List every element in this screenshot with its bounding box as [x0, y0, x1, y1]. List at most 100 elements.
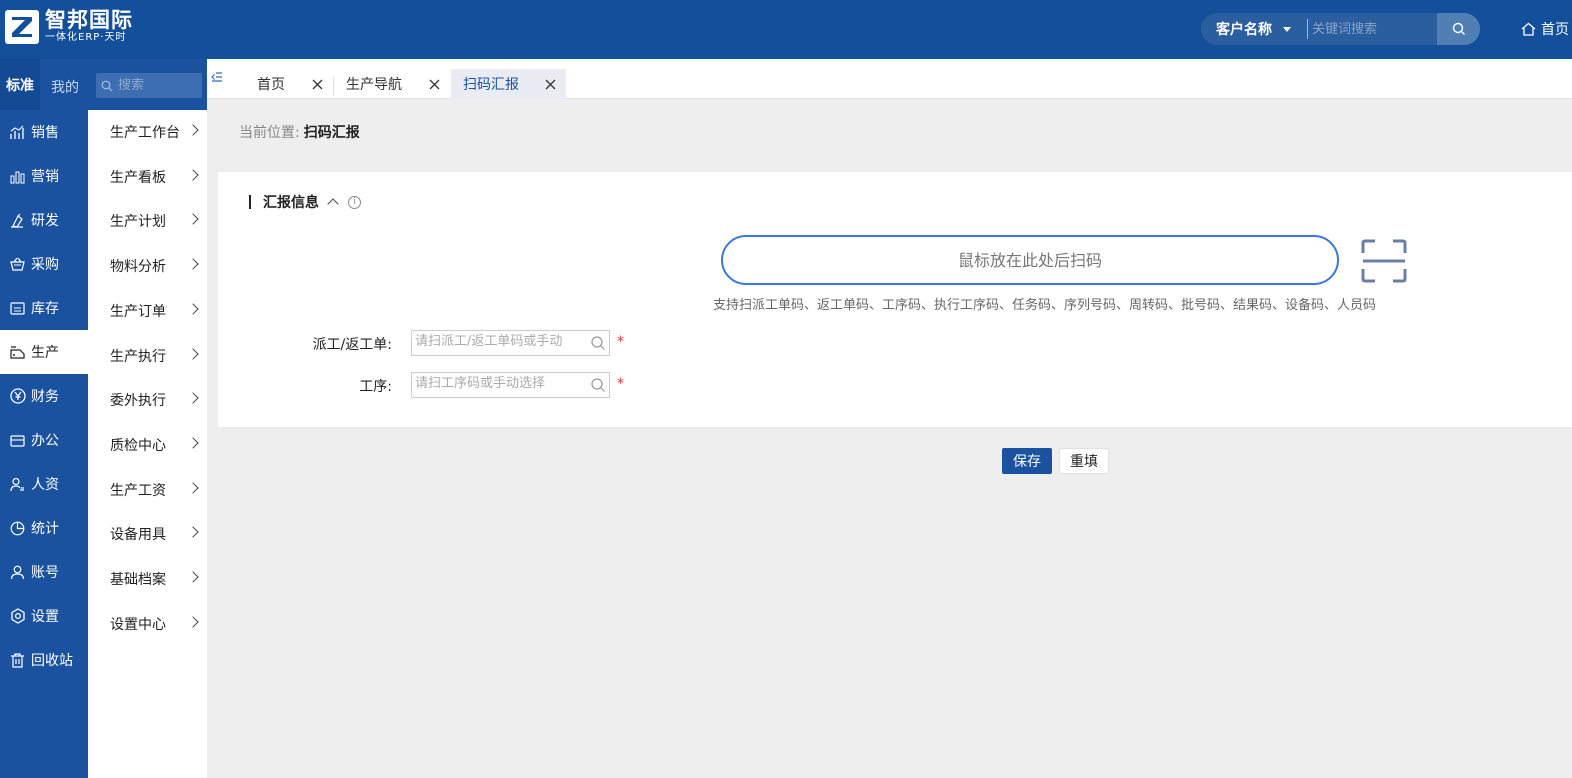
tab-1[interactable]: 生产导航: [334, 69, 450, 99]
sidebar-item-label: 人资: [31, 477, 59, 493]
search-icon[interactable]: [590, 377, 606, 393]
sidebar-tabs: 标准 我的: [0, 59, 88, 110]
report-panel: 汇报信息 i 支持扫派工单码、返工单码、工序码、执行工序码、任务码、序列号码、周…: [218, 172, 1572, 427]
logo[interactable]: 智邦国际 一体化ERP·天时: [5, 9, 133, 44]
sidebar-item-11[interactable]: 设置: [0, 594, 88, 638]
submenu-item[interactable]: 生产工资: [88, 468, 207, 512]
sidebar-item-2[interactable]: 研发: [0, 198, 88, 242]
sidebar-item-4[interactable]: 库存: [0, 286, 88, 330]
submenu-item-label: 生产工作台: [110, 125, 180, 141]
home-icon: [1521, 22, 1536, 36]
section-header: 汇报信息 i: [249, 192, 361, 212]
dispatch-field[interactable]: [411, 330, 610, 356]
tab-standard[interactable]: 标准: [0, 59, 40, 110]
search-button[interactable]: [1437, 13, 1480, 45]
submenu-item[interactable]: 生产看板: [88, 155, 207, 199]
submenu-item-label: 生产看板: [110, 169, 166, 186]
menu-search-area: [88, 59, 207, 110]
info-icon[interactable]: i: [348, 195, 361, 209]
close-icon[interactable]: [312, 78, 323, 90]
submenu-item-label: 生产计划: [110, 214, 166, 231]
search-icon[interactable]: [590, 335, 606, 351]
submenu-item[interactable]: 生产执行: [88, 334, 207, 378]
tab-0[interactable]: 首页: [245, 69, 333, 99]
submenu-item-label: 委外执行: [110, 393, 166, 410]
submenu-item-label: 生产执行: [110, 348, 166, 365]
pie-chart-icon: [9, 520, 26, 537]
search-input[interactable]: [1312, 13, 1437, 45]
search-category-label: 客户名称: [1216, 22, 1272, 38]
process-input[interactable]: [415, 376, 587, 391]
chart-line-icon: [9, 124, 26, 141]
submenu-item-label: 生产工资: [110, 482, 166, 499]
chevron-up-icon[interactable]: [327, 198, 339, 210]
close-icon[interactable]: [545, 78, 556, 90]
submenu-item[interactable]: 生产计划: [88, 199, 207, 243]
submenu-item-label: 物料分析: [110, 259, 166, 276]
sidebar-item-12[interactable]: 回收站: [0, 638, 88, 682]
sidebar-item-label: 财务: [31, 389, 59, 405]
scan-frame-icon[interactable]: [1361, 239, 1407, 287]
global-search: 客户名称: [1201, 13, 1480, 45]
chevron-right-icon: [187, 169, 199, 181]
collapse-menu-icon[interactable]: [211, 71, 223, 87]
submenu-item[interactable]: 基础档案: [88, 557, 207, 601]
chevron-right-icon: [187, 213, 199, 226]
warehouse-icon: [9, 300, 26, 317]
menu-search-input[interactable]: [118, 78, 198, 93]
yen-icon: [9, 388, 26, 405]
sidebar-item-label: 库存: [31, 301, 59, 317]
save-button[interactable]: 保存: [1002, 448, 1052, 474]
scan-input[interactable]: [750, 250, 1310, 270]
breadcrumb-current: 扫码汇报: [303, 125, 360, 141]
dispatch-input[interactable]: [415, 334, 587, 349]
submenu-item[interactable]: 生产订单: [88, 289, 207, 333]
scan-input-box[interactable]: [721, 235, 1339, 285]
submenu-item[interactable]: 设备用具: [88, 512, 207, 556]
logo-title: 智邦国际: [45, 8, 133, 32]
submenu-item-label: 基础档案: [110, 572, 166, 588]
sidebar-item-10[interactable]: 账号: [0, 550, 88, 594]
tab-label: 生产导航: [346, 77, 402, 93]
sidebar-item-3[interactable]: 采购: [0, 242, 88, 286]
search-icon: [101, 80, 113, 91]
tab-mine[interactable]: 我的: [51, 77, 79, 97]
search-divider: [1307, 19, 1308, 39]
menu-search-box: [96, 73, 202, 98]
sidebar-item-9[interactable]: 统计: [0, 506, 88, 550]
tab-2[interactable]: 扫码汇报: [451, 69, 566, 99]
chevron-right-icon: [187, 347, 199, 360]
sidebar-item-label: 回收站: [31, 653, 73, 669]
sidebar-item-label: 账号: [31, 565, 59, 581]
submenu-item[interactable]: 设置中心: [88, 602, 207, 646]
close-icon[interactable]: [429, 78, 440, 90]
search-category-select[interactable]: 客户名称: [1201, 13, 1307, 45]
submenu-item-label: 生产订单: [110, 303, 166, 320]
main-sidebar: 标准 我的 销售 营销研发采购库存生产财务办公人资统计账号设置回收站: [0, 59, 88, 778]
logo-subtitle: 一体化ERP·天时: [45, 32, 127, 43]
submenu-item[interactable]: 质检中心: [88, 423, 207, 467]
process-row: 工序: *: [218, 372, 624, 398]
sub-sidebar: 生产工作台生产看板生产计划物料分析生产订单生产执行委外执行质检中心生产工资设备用…: [88, 59, 207, 778]
reset-button[interactable]: 重填: [1059, 448, 1109, 474]
submenu-item[interactable]: 生产工作台: [88, 110, 207, 154]
submenu-item[interactable]: 委外执行: [88, 378, 207, 422]
breadcrumb-prefix: 当前位置:: [239, 125, 300, 141]
home-label: 首页: [1541, 22, 1569, 38]
submenu-item[interactable]: 物料分析: [88, 244, 207, 288]
process-label: 工序:: [359, 379, 392, 395]
logo-z-icon: [5, 9, 39, 44]
search-icon: [1452, 22, 1465, 35]
tabs-bar: 首页 生产导航 扫码汇报: [207, 59, 1572, 99]
required-mark: *: [617, 376, 624, 392]
home-link[interactable]: 首页: [1521, 19, 1569, 39]
person-card-icon: [9, 476, 26, 493]
sidebar-item-0[interactable]: 销售: [0, 110, 88, 154]
sidebar-item-5[interactable]: 生产: [0, 330, 88, 374]
sidebar-item-label: 研发: [31, 213, 59, 229]
sidebar-item-7[interactable]: 办公: [0, 418, 88, 462]
process-field[interactable]: [411, 372, 610, 398]
sidebar-item-1[interactable]: 营销: [0, 154, 88, 198]
sidebar-item-8[interactable]: 人资: [0, 462, 88, 506]
sidebar-item-6[interactable]: 财务: [0, 374, 88, 418]
